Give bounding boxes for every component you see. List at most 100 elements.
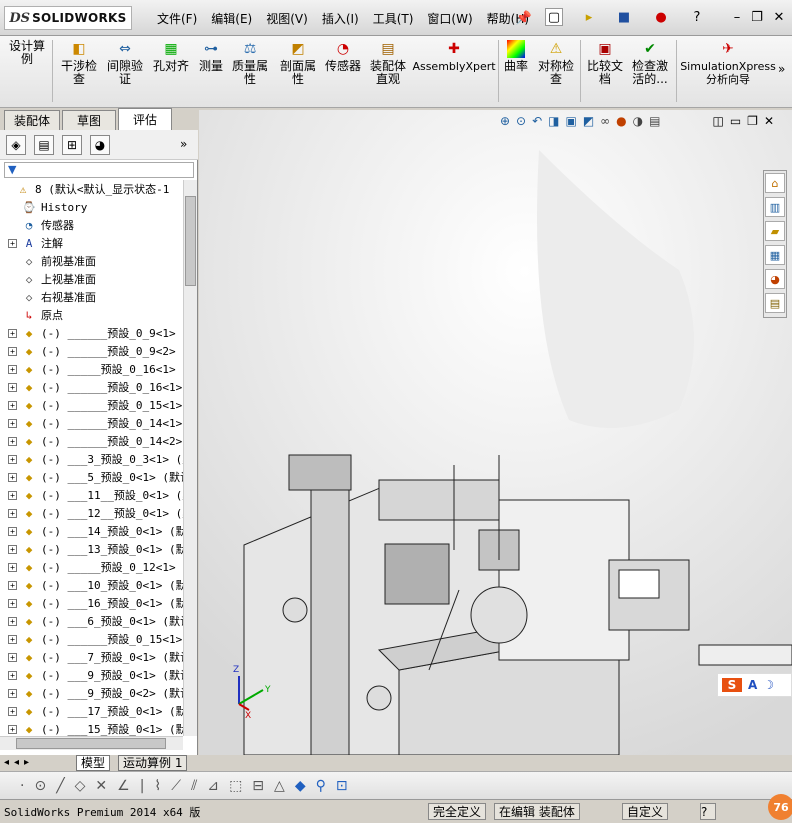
feature-manager-icon[interactable]: ◈ [6, 135, 26, 155]
tree-root-item[interactable]: ⚠ 8 (默认<默认_显示状态-1 [0, 180, 170, 198]
expand-toggle[interactable]: + [8, 688, 17, 698]
expand-toggle[interactable]: + [8, 454, 17, 464]
tree-horizontal-scrollbar[interactable] [0, 736, 183, 750]
solidworks-logo[interactable]: DS SOLIDWORKS [4, 6, 132, 30]
section-props-button[interactable]: ◩ 剖面属 性 [276, 40, 320, 86]
tab-evaluate[interactable]: 评估 [118, 108, 172, 130]
close-icon[interactable]: ✕ [770, 8, 788, 26]
section-view-icon[interactable]: ◨ [548, 114, 559, 128]
tree-component-item[interactable]: + ◆ (-) ___15_预設_0<1> (默认 [0, 720, 183, 736]
tree-feature-item[interactable]: ◇ 右视基准面 [0, 288, 96, 306]
scroll-thumb[interactable] [185, 196, 196, 286]
chamfer-icon[interactable]: ⟋ [171, 778, 181, 794]
tree-component-item[interactable]: + ◆ (-) ___17_预設_0<1> (默认 [0, 702, 183, 720]
tree-component-item[interactable]: + ◆ (-) _____预設_0_12<1> ( [0, 558, 183, 576]
viewport-close-icon[interactable]: ✕ [764, 114, 774, 128]
tree-component-item[interactable]: + ◆ (-) ___5_预設_0<1> (默认 [0, 468, 183, 486]
polygon-icon[interactable]: ◇ [75, 778, 86, 794]
expand-toggle[interactable]: + [8, 706, 17, 716]
expand-toggle[interactable]: + [8, 544, 17, 554]
help-status-icon[interactable]: ? [700, 803, 716, 820]
menu-tools[interactable]: 工具(T) [366, 10, 421, 27]
tree-feature-item[interactable]: ⌚ History [0, 198, 87, 216]
tree-component-item[interactable]: + ◆ (-) ______预設_0_14<2> [0, 432, 182, 450]
display-style-icon[interactable]: ◩ [583, 114, 594, 128]
view-settings-icon[interactable]: ▤ [649, 114, 660, 128]
tree-component-item[interactable]: + ◆ (-) ___12__预設_0<1> (默 [0, 504, 183, 522]
repair-icon[interactable]: ⊡ [336, 778, 348, 794]
graphics-area[interactable]: Z Y X ⊕ ⊙ ↶ ◨ ▣ ◩ ∞ ● ◑ ▤ ◫ ▭ ❐ ✕ S A ☽ [199, 110, 792, 755]
expand-toggle[interactable]: + [8, 382, 17, 392]
expand-toggle[interactable]: + [8, 562, 17, 572]
help-icon[interactable]: ? [688, 8, 706, 26]
offset-icon[interactable]: ⫽ [191, 778, 197, 794]
tree-feature-item[interactable]: ◇ 上视基准面 [0, 270, 96, 288]
tree-component-item[interactable]: + ◆ (-) ___13_预設_0<1> (默认 [0, 540, 183, 558]
config-manager-icon[interactable]: ⊞ [62, 135, 82, 155]
open-icon[interactable]: ▸ [580, 8, 598, 26]
mass-props-button[interactable]: ⚖ 质量属 性 [228, 40, 272, 86]
tree-component-item[interactable]: + ◆ (-) ___10_预設_0<1> (默认 [0, 576, 183, 594]
point-icon[interactable]: · [20, 778, 24, 794]
menu-window[interactable]: 窗口(W) [420, 10, 479, 27]
expand-toggle[interactable]: + [8, 598, 17, 608]
tree-vertical-scrollbar[interactable] [183, 180, 197, 736]
custom-props-icon[interactable]: ▤ [765, 293, 785, 313]
display-manager-icon[interactable]: ◕ [90, 135, 110, 155]
tree-component-item[interactable]: + ◆ (-) ______预設_0_14<1> [0, 414, 182, 432]
compare-button[interactable]: ▣ 比较文 档 [584, 40, 626, 86]
menu-insert[interactable]: 插入(I) [315, 10, 366, 27]
triangle-icon[interactable]: △ [274, 778, 285, 794]
expand-toggle[interactable]: + [8, 652, 17, 662]
expand-toggle[interactable]: + [8, 328, 17, 338]
line-icon[interactable]: ╱ [56, 778, 64, 794]
tab-prev-icon[interactable]: ◂ [14, 757, 19, 768]
tree-component-item[interactable]: + ◆ (-) ___9_预設_0<1> (默认 [0, 666, 183, 684]
tree-component-item[interactable]: + ◆ (-) _____预設_0_16<1> ( [0, 360, 183, 378]
tree-feature-item[interactable]: + A 注解 [0, 234, 63, 252]
zoom-fit-icon[interactable]: ⊕ [500, 114, 510, 128]
appearances-icon[interactable]: ◕ [765, 269, 785, 289]
scroll-thumb[interactable] [16, 738, 166, 749]
expand-toggle[interactable]: + [8, 526, 17, 536]
viewport-minimize-icon[interactable]: ▭ [730, 114, 741, 128]
expand-toggle[interactable]: + [8, 490, 17, 500]
measure-button[interactable]: ⊶ 测量 [194, 40, 228, 73]
new-document-icon[interactable]: ▢ [545, 8, 563, 26]
file-explorer-icon[interactable]: ▰ [765, 221, 785, 241]
design-study-button[interactable]: 设计算 例 [6, 40, 48, 66]
expand-toggle[interactable]: + [8, 346, 17, 356]
rect-icon[interactable]: ⬚ [229, 778, 242, 794]
menu-file[interactable]: 文件(F) [150, 10, 204, 27]
interference-check-button[interactable]: ◧ 干涉检 查 [58, 40, 100, 86]
expand-toggle[interactable]: + [8, 634, 17, 644]
menu-edit[interactable]: 编辑(E) [204, 10, 259, 27]
hide-show-icon[interactable]: ∞ [600, 114, 610, 128]
hole-align-button[interactable]: ▦ 孔对齐 [150, 40, 192, 73]
tab-next-icon[interactable]: ▸ [24, 757, 29, 768]
clearance-button[interactable]: ⇔ 间隙验 证 [104, 40, 146, 86]
expand-toggle[interactable]: + [8, 400, 17, 410]
expand-toggle[interactable]: + [8, 364, 17, 374]
part-icon[interactable]: ◆ [295, 778, 306, 794]
relation-icon[interactable]: ⚲ [316, 778, 326, 794]
tree-filter[interactable]: ▼ [4, 162, 194, 178]
tree-component-item[interactable]: + ◆ (-) ___7_预設_0<1> (默认 [0, 648, 183, 666]
tree-component-item[interactable]: + ◆ (-) ______预設_0_9<2> [0, 342, 176, 360]
units-status[interactable]: 自定义 [622, 803, 669, 820]
circle-icon[interactable]: ⊙ [34, 778, 46, 794]
angle-icon[interactable]: ∠ [117, 778, 130, 794]
dimension-icon[interactable]: ⊟ [252, 778, 264, 794]
design-library-icon[interactable]: ▥ [765, 197, 785, 217]
tree-component-item[interactable]: + ◆ (-) ___6_预設_0<1> (默认 [0, 612, 183, 630]
save-icon[interactable]: ■ [615, 8, 633, 26]
simulation-xpress-button[interactable]: ✈ SimulationXpress 分析向导 [680, 40, 776, 87]
performance-badge[interactable]: 76 [768, 794, 792, 820]
tree-component-item[interactable]: + ◆ (-) ______预設_0_15<1> [0, 396, 182, 414]
expand-toggle[interactable]: + [8, 436, 17, 446]
restore-icon[interactable]: ❐ [748, 8, 766, 26]
rebuild-icon[interactable]: ● [652, 8, 670, 26]
menu-view[interactable]: 视图(V) [259, 10, 315, 27]
tree-feature-item[interactable]: ◔ 传感器 [0, 216, 74, 234]
tree-component-item[interactable]: + ◆ (-) ___14_预設_0<1> (默认 [0, 522, 183, 540]
